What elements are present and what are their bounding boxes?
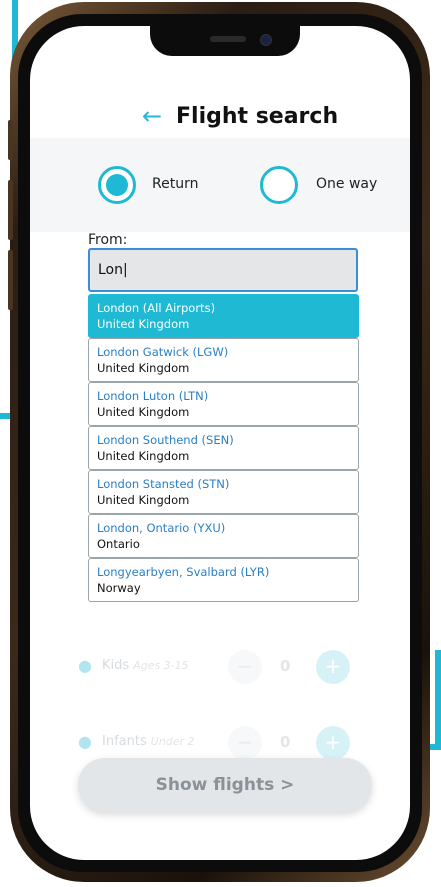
- radio-return-dot: [106, 174, 128, 196]
- side-button-top: [8, 120, 13, 160]
- suggestion-item[interactable]: London Gatwick (LGW) United Kingdom: [88, 338, 359, 382]
- suggestion-airport: London, Ontario (YXU): [97, 521, 226, 535]
- side-button-mid: [8, 180, 13, 240]
- radio-oneway-label[interactable]: One way: [316, 176, 377, 192]
- from-label: From:: [88, 232, 128, 248]
- callout-line-right-vertical: [435, 650, 441, 750]
- radio-return-label[interactable]: Return: [152, 176, 198, 192]
- kid-icon: ●: [78, 656, 92, 675]
- suggestion-country: United Kingdom: [97, 405, 190, 419]
- trip-type-selector: Return One way: [30, 138, 410, 232]
- infants-plus-button[interactable]: +: [316, 726, 350, 760]
- notch: [150, 26, 300, 56]
- infants-label: Infants Under 2: [102, 734, 195, 749]
- passenger-row-kids: ● Kids Ages 3-15 − 0 +: [78, 646, 350, 686]
- from-input[interactable]: [88, 248, 358, 292]
- infants-age-note: Under 2: [150, 735, 195, 748]
- infants-minus-button[interactable]: −: [228, 726, 262, 760]
- suggestion-airport: London Southend (SEN): [97, 433, 234, 447]
- infants-count: 0: [280, 733, 291, 751]
- suggestion-item[interactable]: London Stansted (STN) United Kingdom: [88, 470, 359, 514]
- page-title: Flight search: [176, 104, 339, 129]
- suggestion-airport: London Luton (LTN): [97, 389, 209, 403]
- suggestion-airport: Longyearbyen, Svalbard (LYR): [97, 565, 270, 579]
- side-button-low: [8, 250, 13, 310]
- suggestion-country: Norway: [97, 581, 141, 595]
- kids-minus-button[interactable]: −: [228, 650, 262, 684]
- passenger-row-infants: ● Infants Under 2 − 0 +: [78, 722, 350, 762]
- airport-suggestions: London (All Airports) United Kingdom Londo…: [88, 294, 359, 602]
- camera-icon: [260, 34, 272, 46]
- kids-label-text: Kids: [102, 658, 130, 673]
- suggestion-country: United Kingdom: [97, 449, 190, 463]
- suggestion-item[interactable]: London Southend (SEN) United Kingdom: [88, 426, 359, 470]
- suggestion-country: United Kingdom: [97, 361, 190, 375]
- suggestion-item[interactable]: London Luton (LTN) United Kingdom: [88, 382, 359, 426]
- suggestion-airport: London (All Airports): [97, 301, 216, 315]
- suggestion-item[interactable]: London, Ontario (YXU) Ontario: [88, 514, 359, 558]
- radio-oneway[interactable]: [260, 166, 298, 204]
- suggestion-country: United Kingdom: [97, 317, 190, 331]
- app-screen: ← Flight search Return One way From: Lon…: [30, 26, 410, 860]
- kids-label: Kids Ages 3-15: [102, 658, 189, 673]
- back-arrow-icon[interactable]: ←: [142, 102, 162, 130]
- suggestion-country: United Kingdom: [97, 493, 190, 507]
- suggestion-item[interactable]: Longyearbyen, Svalbard (LYR) Norway: [88, 558, 359, 602]
- suggestion-airport: London Gatwick (LGW): [97, 345, 229, 359]
- kids-age-note: Ages 3-15: [133, 659, 189, 672]
- speaker: [210, 36, 246, 42]
- suggestion-airport: London Stansted (STN): [97, 477, 230, 491]
- infants-label-text: Infants: [102, 734, 147, 749]
- suggestion-country: Ontario: [97, 537, 140, 551]
- infant-icon: ●: [78, 732, 92, 751]
- kids-plus-button[interactable]: +: [316, 650, 350, 684]
- show-flights-button[interactable]: Show flights >: [78, 758, 372, 812]
- kids-count: 0: [280, 657, 291, 675]
- suggestion-item[interactable]: London (All Airports) United Kingdom: [88, 294, 359, 338]
- radio-return[interactable]: [98, 166, 136, 204]
